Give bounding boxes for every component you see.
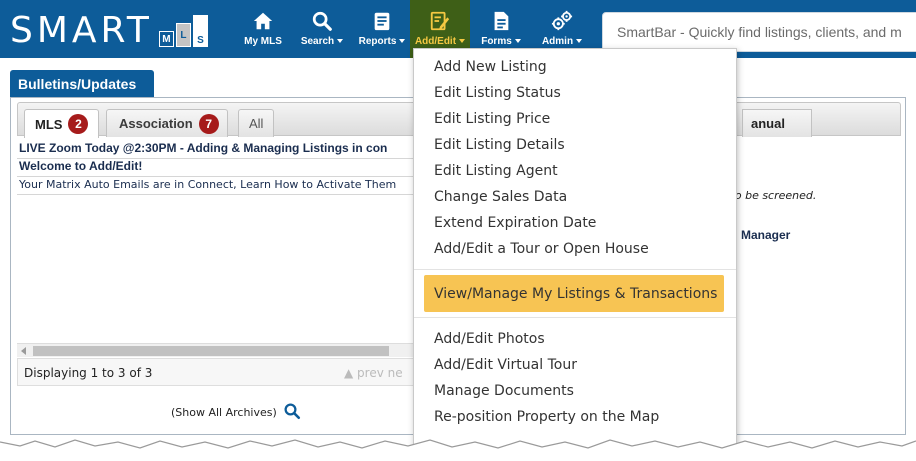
- logo-box-m: M: [158, 31, 174, 47]
- menu-divider: [414, 269, 736, 270]
- count-badge: 2: [68, 114, 89, 134]
- list-item[interactable]: Your Matrix Auto Emails are in Connect, …: [19, 178, 396, 191]
- horizontal-scrollbar[interactable]: [17, 343, 417, 357]
- menu-item-manage-documents[interactable]: Manage Documents: [434, 383, 574, 399]
- nav-label: Admin: [541, 36, 574, 47]
- tab-association[interactable]: Association 7: [106, 109, 228, 137]
- nav-label: My MLS: [244, 36, 282, 47]
- menu-item-change-sales-data[interactable]: Change Sales Data: [434, 189, 567, 205]
- smartbar-input[interactable]: [603, 13, 916, 51]
- nav-my-mls[interactable]: My MLS: [238, 0, 288, 58]
- logo-text: SMART: [10, 10, 153, 51]
- nav-label: Forms: [481, 36, 512, 47]
- nav-label: Reports: [358, 36, 397, 47]
- menu-item-extend-expiration-date[interactable]: Extend Expiration Date: [434, 215, 596, 231]
- count-badge: 7: [198, 113, 219, 134]
- logo-box-s: S: [192, 15, 208, 47]
- menu-item-edit-listing-status[interactable]: Edit Listing Status: [434, 85, 561, 101]
- gears-icon: [550, 9, 574, 33]
- chevron-down-icon: [514, 39, 521, 44]
- show-all-archives-link[interactable]: (Show All Archives): [171, 402, 301, 423]
- smartbar-search: [602, 12, 916, 52]
- scrollbar-thumb[interactable]: [33, 346, 389, 356]
- chevron-down-icon: [399, 39, 406, 44]
- search-icon: [311, 9, 333, 33]
- row-divider: [17, 176, 417, 177]
- chevron-down-icon: [459, 39, 466, 44]
- chevron-down-icon: [337, 39, 344, 44]
- menu-item-add-edit-tour[interactable]: Add/Edit a Tour or Open House: [434, 241, 649, 257]
- tab-label: anual: [751, 116, 785, 131]
- bulletins-title: Bulletins/Updates: [18, 76, 137, 92]
- menu-item-reposition-property[interactable]: Re-position Property on the Map: [434, 409, 659, 425]
- menu-item-edit-listing-price[interactable]: Edit Listing Price: [434, 111, 550, 127]
- logo-mls-boxes: M L S: [158, 15, 210, 47]
- tab-all[interactable]: All: [238, 109, 275, 137]
- torn-edge-decoration: [0, 439, 916, 461]
- menu-divider: [414, 317, 736, 318]
- archives-label: (Show All Archives): [171, 406, 277, 419]
- menu-item-view-manage-listings[interactable]: View/Manage My Listings & Transactions: [434, 286, 717, 302]
- nav-reports[interactable]: Reports: [354, 0, 410, 58]
- scroll-left-icon[interactable]: [21, 347, 26, 355]
- menu-item-add-new-listing[interactable]: Add New Listing: [434, 59, 547, 75]
- nav-search[interactable]: Search: [294, 0, 350, 58]
- edit-icon: [429, 9, 451, 33]
- tab-label: All: [249, 116, 264, 131]
- tab-label: MLS: [35, 116, 63, 132]
- search-icon[interactable]: [283, 402, 301, 423]
- bulletin-list: LIVE Zoom Today @2:30PM - Adding & Manag…: [17, 136, 417, 372]
- pager[interactable]: ▲ prev ne: [344, 366, 403, 380]
- tab-manual[interactable]: anual: [742, 109, 812, 137]
- bulletins-tab[interactable]: Bulletins/Updates: [10, 70, 154, 98]
- menu-item-edit-listing-details[interactable]: Edit Listing Details: [434, 137, 565, 153]
- clipboard-icon: [371, 9, 393, 33]
- list-item[interactable]: Welcome to Add/Edit!: [19, 159, 142, 173]
- document-icon: [490, 9, 512, 33]
- menu-item-add-edit-photos[interactable]: Add/Edit Photos: [434, 331, 545, 347]
- home-icon: [252, 9, 274, 33]
- list-item[interactable]: LIVE Zoom Today @2:30PM - Adding & Manag…: [19, 141, 387, 155]
- display-count: Displaying 1 to 3 of 3: [24, 366, 153, 380]
- smart-mls-logo[interactable]: SMART M L S: [10, 9, 210, 49]
- tab-label: Association: [119, 116, 193, 131]
- menu-item-edit-listing-agent[interactable]: Edit Listing Agent: [434, 163, 558, 179]
- list-footer: Displaying 1 to 3 of 3 ▲ prev ne: [17, 358, 417, 386]
- row-divider: [17, 194, 417, 195]
- right-panel-link[interactable]: Manager: [741, 228, 790, 242]
- menu-item-add-edit-virtual-tour[interactable]: Add/Edit Virtual Tour: [434, 357, 577, 373]
- nav-label: Add/Edit: [414, 36, 457, 47]
- nav-label: Search: [300, 36, 335, 47]
- logo-box-l: L: [175, 23, 191, 47]
- add-edit-dropdown-menu: Add New Listing Edit Listing Status Edit…: [413, 48, 737, 454]
- chevron-down-icon: [576, 39, 583, 44]
- tab-mls[interactable]: MLS 2: [24, 109, 100, 138]
